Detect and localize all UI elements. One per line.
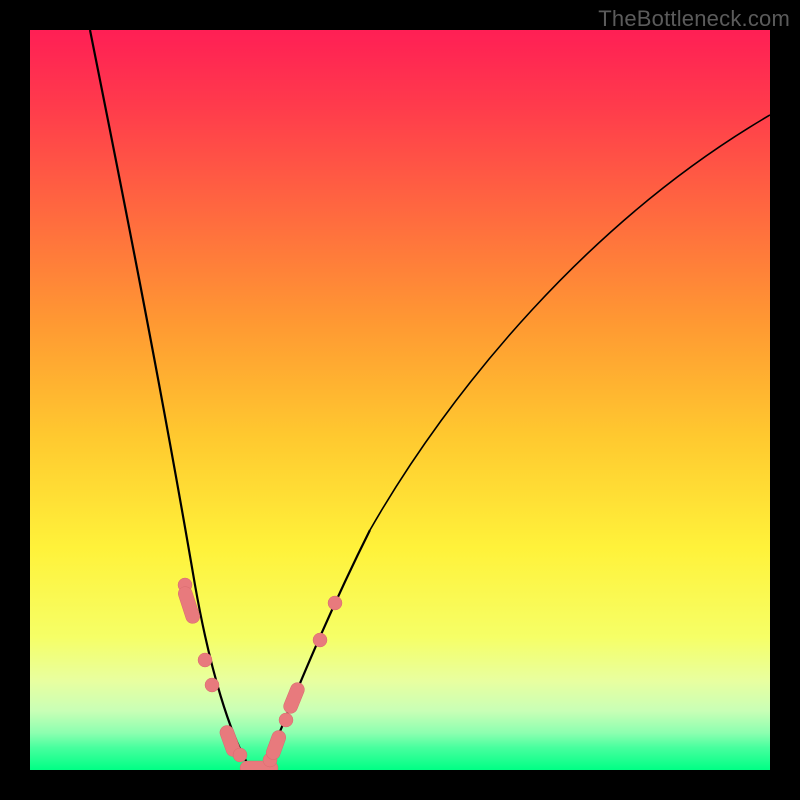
chart-frame: TheBottleneck.com — [0, 0, 800, 800]
marker-pill — [282, 681, 307, 716]
marker-dot — [328, 596, 342, 610]
marker-dot — [198, 653, 212, 667]
marker-dot — [205, 678, 219, 692]
marker-pill — [264, 729, 287, 762]
left-branch-curve — [90, 30, 250, 768]
marker-dot — [233, 748, 247, 762]
curve-layer — [30, 30, 770, 770]
marker-dot — [279, 713, 293, 727]
right-branch-curve-upper — [370, 115, 770, 530]
watermark-text: TheBottleneck.com — [598, 6, 790, 32]
marker-dot — [313, 633, 327, 647]
plot-area — [30, 30, 770, 770]
